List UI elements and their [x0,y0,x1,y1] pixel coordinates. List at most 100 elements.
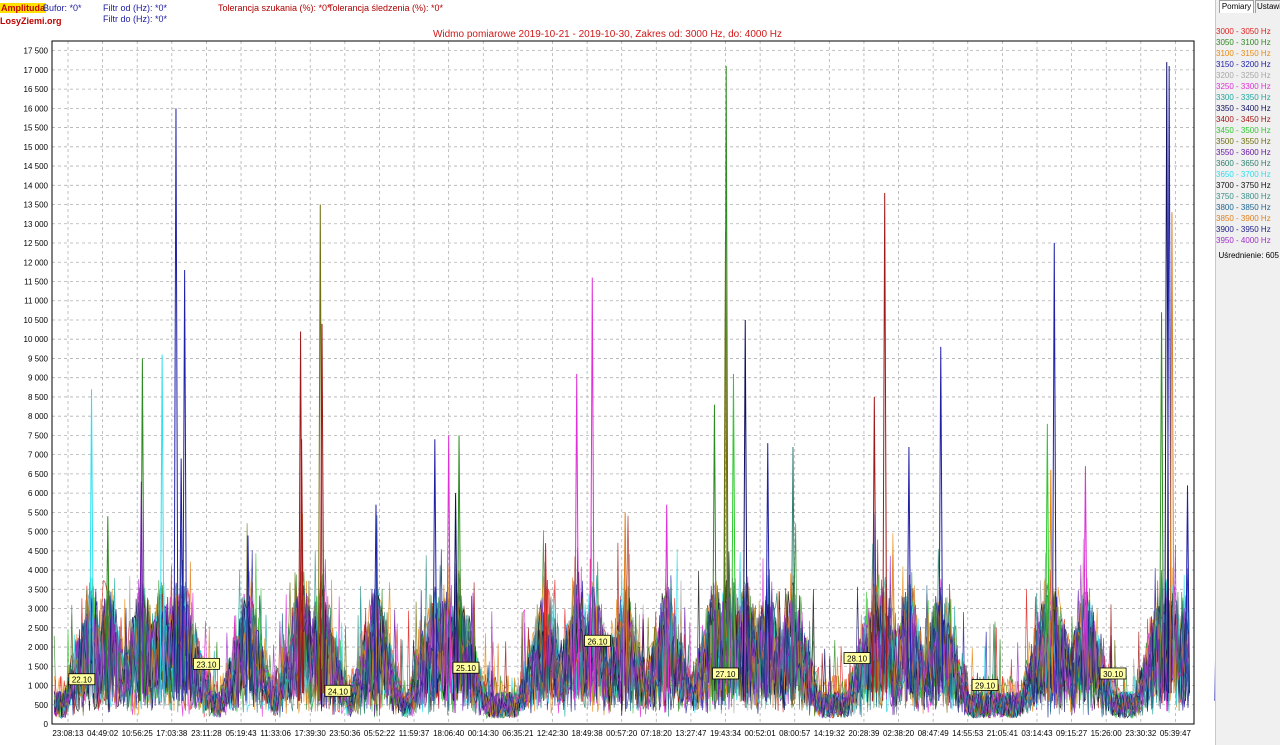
x-tick-label: 18:06:40 [433,729,465,738]
series-legend: 3000 - 3050 Hz 3050 - 3100 Hz 3100 - 3150 … [1216,26,1280,246]
filter-from-info: Filtr od (Hz): *0* [103,3,168,13]
legend-item: 3950 - 4000 Hz [1216,236,1271,245]
tab-pomiary[interactable]: Pomiary [1219,0,1254,13]
date-marker: 25.10 [452,661,480,674]
x-tick-label: 00:14:30 [468,729,500,738]
x-tick-label: 23:30:32 [1125,729,1157,738]
date-marker: 22.10 [68,673,96,686]
spectrum-chart: 0 500 1 000 1 500 2 000 2 500 3 000 3 500 4 000 4… [24,40,1215,738]
x-tick-label: 10:56:25 [122,729,154,738]
legend-item: 3350 - 3400 Hz [1216,104,1271,113]
date-marker-label: 23.10 [196,660,217,669]
legend-item: 3200 - 3250 Hz [1216,71,1271,80]
y-tick-label: 15 000 [24,143,49,152]
x-tick-label: 05:52:22 [364,729,396,738]
y-tick-label: 6 500 [28,470,49,479]
x-tick-label: 06:35:21 [502,729,534,738]
chart-title: Widmo pomiarowe 2019-10-21 - 2019-10-30,… [432,29,783,40]
y-tick-label: 17 000 [24,66,49,75]
y-tick-label: 7 000 [28,451,49,460]
filter-to-info: Filtr do (Hz): *0* [103,14,168,24]
date-marker: 30.10 [1099,667,1127,680]
date-marker-label: 25.10 [456,664,477,673]
legend-item: 3500 - 3550 Hz [1216,137,1271,146]
x-tick-label: 04:49:02 [87,729,119,738]
y-tick-label: 11 500 [24,277,48,286]
y-tick-label: 12 000 [24,258,49,267]
x-tick-label: 18:49:38 [572,729,604,738]
legend-item: 3300 - 3350 Hz [1216,93,1271,102]
x-tick-label: 17:03:38 [156,729,188,738]
y-tick-label: 5 500 [28,508,49,517]
bufor-info: Bufor: *0* [43,3,82,13]
legend-item: 3400 - 3450 Hz [1216,115,1271,124]
legend-item: 3650 - 3700 Hz [1216,170,1271,179]
legend-item: 3550 - 3600 Hz [1216,148,1271,157]
date-marker-label: 29.10 [975,682,996,691]
x-tick-label: 13:27:47 [675,729,707,738]
y-tick-label: 8 000 [28,412,49,421]
tab-ustawienia[interactable]: Ustawi [1255,0,1280,13]
y-tick-label: 500 [35,701,49,710]
legend-item: 3850 - 3900 Hz [1216,214,1271,223]
legend-item: 3750 - 3800 Hz [1216,192,1271,201]
date-marker-label: 27.10 [715,670,736,679]
x-tick-label: 14:19:32 [814,729,846,738]
legend-item: 3250 - 3300 Hz [1216,82,1271,91]
date-marker: 24.10 [324,684,352,697]
legend-item: 3150 - 3200 Hz [1216,60,1271,69]
legend-item: 3100 - 3150 Hz [1216,49,1271,58]
y-tick-label: 10 500 [24,316,49,325]
mode-label[interactable]: Amplituda [0,3,46,13]
date-marker: 23.10 [193,657,220,670]
date-marker-label: 22.10 [72,676,93,685]
x-tick-label: 05:19:43 [225,729,257,738]
x-tick-label: 08:47:49 [918,729,950,738]
x-tick-label: 23:08:13 [52,729,84,738]
x-tick-label: 23:11:28 [191,729,222,738]
y-tick-label: 14 500 [24,162,49,171]
y-axis: 0 500 1 000 1 500 2 000 2 500 3 000 3 500 4 000 4… [24,47,49,729]
x-tick-label: 11:59:37 [399,729,430,738]
y-tick-label: 14 000 [24,181,49,190]
date-marker-label: 26.10 [587,637,608,646]
y-tick-label: 13 500 [24,201,49,210]
y-tick-label: 9 000 [28,374,49,383]
y-tick-label: 10 000 [24,335,49,344]
x-tick-label: 14:55:53 [952,729,984,738]
y-tick-label: 6 000 [28,489,49,498]
x-axis: 23:08:13 04:49:02 10:56:25 17:03:38 23:11:28… [52,729,1191,738]
legend-item: 3600 - 3650 Hz [1216,159,1271,168]
x-tick-label: 08:00:57 [779,729,811,738]
averaging-value: Uśrednienie: 605 [1218,251,1279,260]
date-marker-label: 28.10 [847,655,868,664]
x-tick-label: 17:39:30 [295,729,327,738]
x-tick-label: 19:43:34 [710,729,742,738]
legend-item: 3800 - 3850 Hz [1216,203,1271,212]
y-tick-label: 4 500 [28,547,49,556]
x-tick-label: 00:57:20 [606,729,638,738]
y-tick-label: 5 000 [28,528,49,537]
site-name: LosyZiemi.org [0,16,62,26]
x-tick-label: 03:14:43 [1021,729,1053,738]
x-tick-label: 20:28:39 [848,729,880,738]
tracking-tolerance-info: Tolerancja śledzenia (%): *0* [328,3,444,13]
x-tick-label: 23:50:36 [329,729,361,738]
date-marker-label: 30.10 [1103,670,1124,679]
y-tick-label: 8 500 [28,393,49,402]
date-marker: 27.10 [712,667,739,680]
legend-item: 3000 - 3050 Hz [1216,27,1271,36]
search-tolerance-info: Tolerancja szukania (%): *0* [218,3,331,13]
y-tick-label: 12 500 [24,239,49,248]
y-tick-label: 2 000 [28,643,49,652]
x-tick-label: 12:42:30 [537,729,569,738]
date-marker: 26.10 [584,634,611,647]
x-tick-label: 05:39:47 [1160,729,1192,738]
y-tick-label: 1 500 [28,662,49,671]
x-tick-label: 11:33:06 [260,729,291,738]
spectrum-peaks [89,62,1215,701]
y-tick-label: 1 000 [28,682,49,691]
x-tick-label: 00:52:01 [745,729,777,738]
y-tick-label: 3 000 [28,605,49,614]
y-tick-label: 2 500 [28,624,49,633]
